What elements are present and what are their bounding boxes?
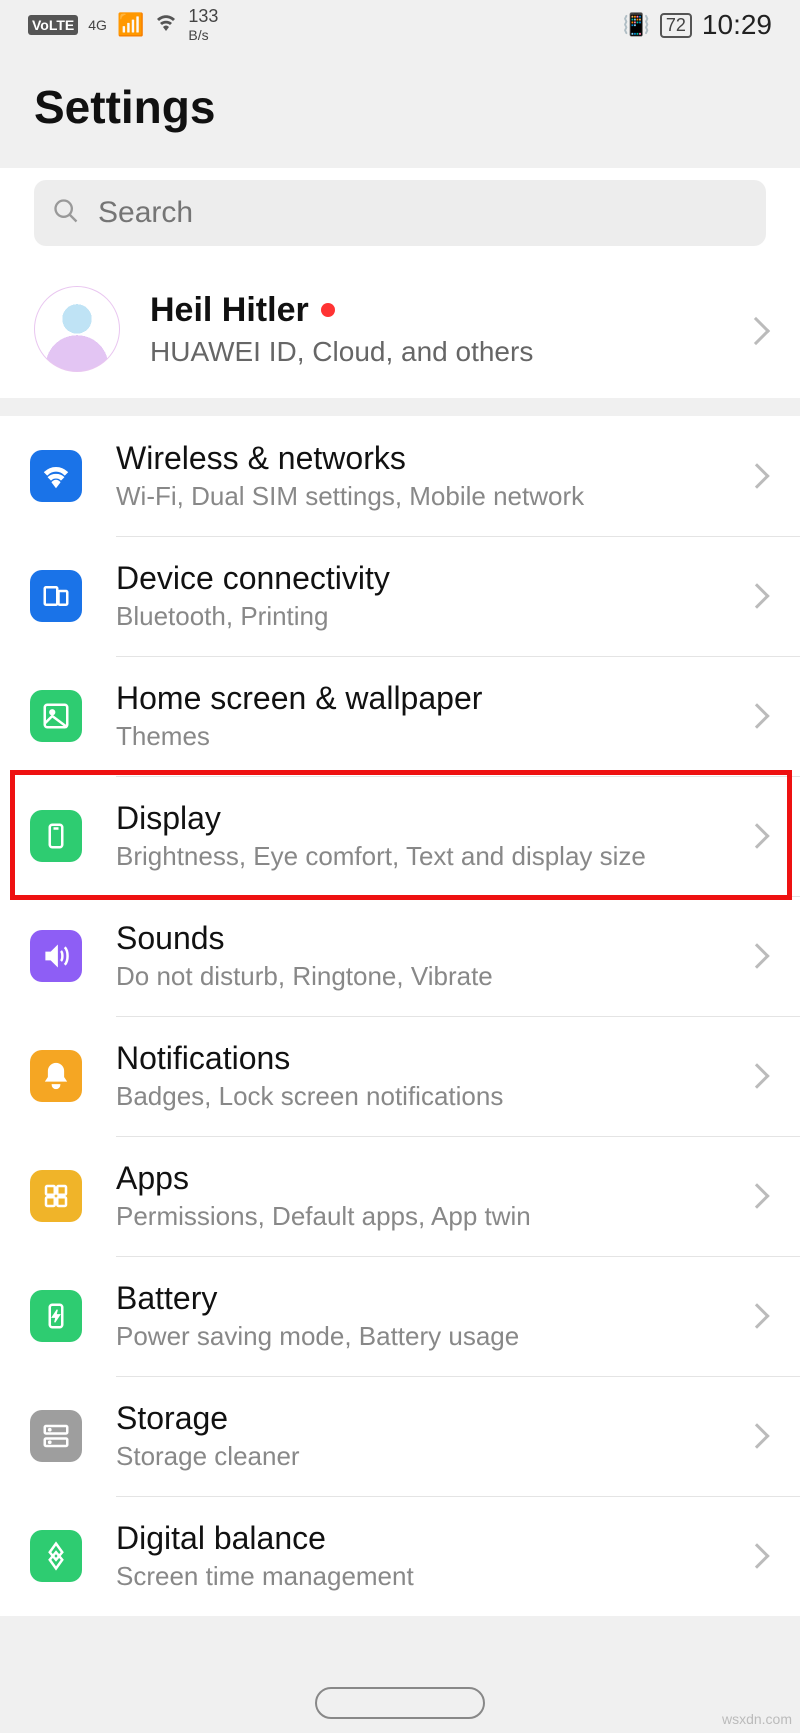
search-input[interactable] [98, 196, 748, 230]
item-title: Home screen & wallpaper [116, 680, 748, 717]
status-bar: VoLTE 4G 📶 133B/s 📳 72 10:29 [0, 0, 800, 50]
account-name: Heil Hitler [150, 291, 533, 330]
item-title: Notifications [116, 1040, 748, 1077]
avatar [34, 286, 120, 372]
settings-item-storage[interactable]: Storage Storage cleaner [0, 1376, 800, 1496]
settings-list: Wireless & networks Wi-Fi, Dual SIM setti… [0, 416, 800, 1616]
apps-icon [30, 1170, 82, 1222]
settings-item-wireless[interactable]: Wireless & networks Wi-Fi, Dual SIM setti… [0, 416, 800, 536]
section-gap [0, 398, 800, 416]
gesture-pill[interactable] [315, 1687, 485, 1719]
item-title: Battery [116, 1280, 748, 1317]
page-header: Settings [0, 50, 800, 168]
item-title: Device connectivity [116, 560, 748, 597]
digital-icon [30, 1530, 82, 1582]
chevron-right-icon [744, 1183, 769, 1208]
item-sub: Brightness, Eye comfort, Text and displa… [116, 841, 748, 872]
settings-item-digital[interactable]: Digital balance Screen time management [0, 1496, 800, 1616]
notification-dot [321, 303, 335, 317]
item-title: Digital balance [116, 1520, 748, 1557]
item-sub: Themes [116, 721, 748, 752]
settings-item-apps[interactable]: Apps Permissions, Default apps, App twin [0, 1136, 800, 1256]
item-sub: Badges, Lock screen notifications [116, 1081, 748, 1112]
network-icon: 4G [88, 18, 107, 32]
item-title: Storage [116, 1400, 748, 1437]
sounds-icon [30, 930, 82, 982]
item-sub: Permissions, Default apps, App twin [116, 1201, 748, 1232]
battery-icon [30, 1290, 82, 1342]
wifi-icon [154, 10, 178, 40]
clock: 10:29 [702, 9, 772, 41]
search-icon [52, 197, 80, 230]
settings-item-display[interactable]: Display Brightness, Eye comfort, Text and… [0, 776, 800, 896]
home-wall-icon [30, 690, 82, 742]
settings-item-home-wall[interactable]: Home screen & wallpaper Themes [0, 656, 800, 776]
chevron-right-icon [744, 1063, 769, 1088]
notifications-icon [30, 1050, 82, 1102]
chevron-right-icon [744, 583, 769, 608]
account-row[interactable]: Heil Hitler HUAWEI ID, Cloud, and others [0, 264, 800, 398]
settings-item-device-conn[interactable]: Device connectivity Bluetooth, Printing [0, 536, 800, 656]
chevron-right-icon [744, 1543, 769, 1568]
settings-item-notifications[interactable]: Notifications Badges, Lock screen notific… [0, 1016, 800, 1136]
item-title: Apps [116, 1160, 748, 1197]
settings-item-battery[interactable]: Battery Power saving mode, Battery usage [0, 1256, 800, 1376]
storage-icon [30, 1410, 82, 1462]
watermark: wsxdn.com [722, 1711, 792, 1727]
item-title: Sounds [116, 920, 748, 957]
volte-icon: VoLTE [28, 15, 78, 35]
device-conn-icon [30, 570, 82, 622]
page-title: Settings [34, 80, 766, 134]
wireless-icon [30, 450, 82, 502]
item-title: Display [116, 800, 748, 837]
chevron-right-icon [744, 463, 769, 488]
account-sub: HUAWEI ID, Cloud, and others [150, 336, 533, 368]
search-box[interactable] [34, 180, 766, 246]
chevron-right-icon [744, 1303, 769, 1328]
item-sub: Screen time management [116, 1561, 748, 1592]
item-sub: Wi-Fi, Dual SIM settings, Mobile network [116, 481, 748, 512]
chevron-right-icon [744, 943, 769, 968]
signal-icon: 📶 [117, 12, 144, 38]
chevron-right-icon [744, 823, 769, 848]
battery-icon: 72 [660, 13, 692, 38]
item-sub: Bluetooth, Printing [116, 601, 748, 632]
item-sub: Do not disturb, Ringtone, Vibrate [116, 961, 748, 992]
item-sub: Power saving mode, Battery usage [116, 1321, 748, 1352]
chevron-right-icon [744, 703, 769, 728]
vibrate-icon: 📳 [622, 12, 649, 38]
display-icon [30, 810, 82, 862]
chevron-right-icon [742, 317, 770, 345]
settings-item-sounds[interactable]: Sounds Do not disturb, Ringtone, Vibrate [0, 896, 800, 1016]
net-speed: 133B/s [188, 7, 218, 44]
chevron-right-icon [744, 1423, 769, 1448]
item-title: Wireless & networks [116, 440, 748, 477]
search-section [0, 168, 800, 264]
item-sub: Storage cleaner [116, 1441, 748, 1472]
